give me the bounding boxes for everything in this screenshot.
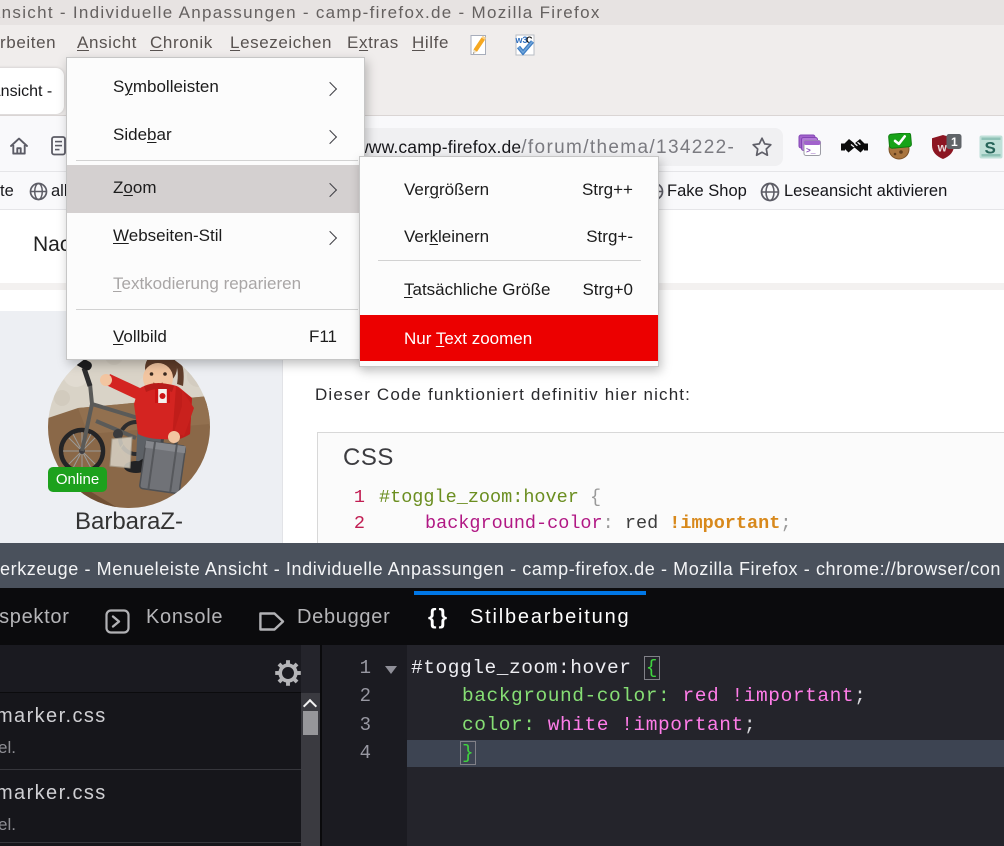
svg-text:1: 1 — [951, 135, 958, 149]
svg-text:S: S — [985, 139, 996, 158]
svg-text:w: w — [937, 141, 948, 155]
svg-text:>_: >_ — [806, 147, 816, 156]
